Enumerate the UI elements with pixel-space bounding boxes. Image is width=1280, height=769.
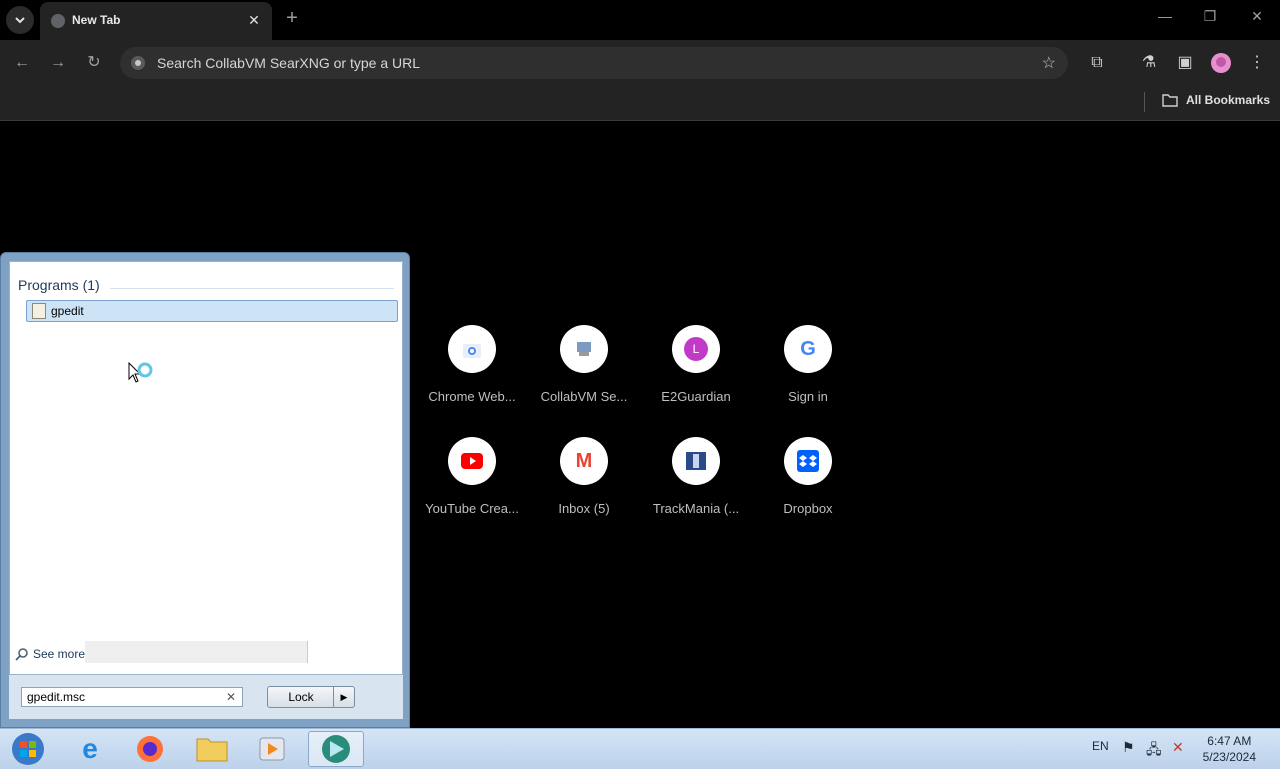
clock[interactable]: 6:47 AM 5/23/2024: [1203, 733, 1256, 765]
clear-search-icon[interactable]: ✕: [226, 690, 236, 704]
all-bookmarks-label: All Bookmarks: [1186, 93, 1271, 107]
tab-search-button[interactable]: [6, 6, 34, 34]
program-item-gpedit[interactable]: gpedit: [26, 300, 398, 322]
tooltip-overlay: [85, 641, 308, 663]
start-search-box[interactable]: ✕: [21, 687, 243, 707]
reload-icon[interactable]: ↻: [84, 53, 104, 73]
shortcut-label: Sign in: [788, 389, 828, 404]
shortcut-e2guardian[interactable]: L E2Guardian: [640, 325, 752, 425]
bookmarks-bar: All Bookmarks: [0, 86, 1280, 121]
gmail-icon: M: [560, 437, 608, 485]
shortcut-label: Inbox (5): [558, 501, 610, 516]
see-more-results-link[interactable]: See more: [15, 647, 85, 661]
avatar-icon: [1211, 53, 1231, 73]
dropbox-icon: [784, 437, 832, 485]
shortcut-chrome-web-store[interactable]: Chrome Web...: [416, 325, 528, 425]
shortcut-google-sign-in[interactable]: G Sign in: [752, 325, 864, 425]
network-icon[interactable]: 🖧: [1146, 739, 1162, 763]
programs-divider: [110, 288, 394, 289]
language-indicator[interactable]: EN: [1092, 739, 1109, 753]
shortcut-collabvm[interactable]: CollabVM Se...: [528, 325, 640, 425]
see-more-label: See more: [33, 647, 86, 661]
search-engine-icon: [131, 56, 145, 70]
mmc-document-icon: [32, 303, 46, 319]
shortcut-label: CollabVM Se...: [540, 389, 628, 404]
action-center-flag-icon[interactable]: ⚑: [1122, 739, 1135, 756]
labs-flask-icon[interactable]: ⚗: [1138, 52, 1160, 74]
chevron-down-icon: [15, 17, 25, 24]
media-player-icon: [259, 737, 285, 761]
back-icon[interactable]: ←: [12, 53, 32, 73]
taskbar: e EN ⚑ 🖧 ✕ 6:47 AM 5/23/2024: [0, 728, 1280, 769]
close-tab-icon[interactable]: ✕: [246, 12, 262, 28]
clock-time: 6:47 AM: [1207, 734, 1252, 748]
tab-strip: New Tab ✕ + — ❐ ✕: [0, 0, 1280, 40]
shortcut-gmail[interactable]: M Inbox (5): [528, 437, 640, 537]
tab-new-tab[interactable]: New Tab ✕: [40, 2, 272, 40]
programs-heading: Programs (1): [18, 277, 100, 293]
program-item-label: gpedit: [51, 304, 84, 318]
trackmania-icon: [672, 437, 720, 485]
start-search-input[interactable]: [22, 688, 222, 706]
magnifier-icon: [15, 648, 28, 661]
tab-title: New Tab: [72, 13, 121, 27]
internet-explorer-icon: e: [82, 733, 98, 764]
extensions-icon[interactable]: ⧉: [1086, 52, 1108, 74]
side-panel-icon[interactable]: ▣: [1174, 52, 1196, 74]
new-tab-button[interactable]: +: [282, 8, 302, 28]
start-menu-bottom-bar: See more ✕ Lock ▶: [9, 641, 403, 719]
shortcut-dropbox[interactable]: Dropbox: [752, 437, 864, 537]
collabvm-icon: [560, 325, 608, 373]
lock-button[interactable]: Lock ▶: [267, 686, 355, 708]
taskbar-chrome-active[interactable]: [308, 731, 364, 767]
bookmark-star-icon[interactable]: ☆: [1042, 53, 1056, 73]
firefox-icon: [137, 736, 163, 762]
power-options-arrow-icon[interactable]: ▶: [333, 687, 354, 707]
omnibox[interactable]: Search CollabVM SearXNG or type a URL ☆: [120, 47, 1068, 79]
taskbar-media-player[interactable]: [244, 731, 300, 767]
shortcut-trackmania[interactable]: TrackMania (...: [640, 437, 752, 537]
menu-kebab-icon[interactable]: ⋮: [1246, 52, 1268, 74]
shortcut-youtube[interactable]: YouTube Crea...: [416, 437, 528, 537]
forward-icon[interactable]: →: [48, 53, 68, 73]
profile-avatar[interactable]: [1210, 52, 1232, 74]
bookmarks-separator: [1144, 92, 1145, 112]
volume-muted-icon[interactable]: ✕: [1172, 739, 1184, 756]
taskbar-firefox[interactable]: [122, 731, 178, 767]
youtube-icon: [448, 437, 496, 485]
restore-icon[interactable]: ❐: [1200, 8, 1220, 25]
folder-icon: [1162, 94, 1178, 107]
windows-orb-icon: [12, 733, 44, 765]
lock-button-label: Lock: [288, 690, 314, 704]
start-menu-results-pane: Programs (1) gpedit: [9, 261, 403, 675]
busy-cursor-icon: [128, 362, 153, 383]
shortcut-label: YouTube Crea...: [425, 501, 519, 516]
shortcut-label: Chrome Web...: [428, 389, 516, 404]
shortcut-label: Dropbox: [783, 501, 833, 516]
taskbar-internet-explorer[interactable]: e: [62, 731, 118, 767]
clock-date: 5/23/2024: [1202, 750, 1256, 764]
start-button[interactable]: [0, 731, 56, 767]
start-menu: Programs (1) gpedit See more ✕ Lock ▶: [0, 252, 410, 728]
all-bookmarks-button[interactable]: All Bookmarks: [1162, 93, 1270, 107]
minimize-icon[interactable]: —: [1155, 8, 1175, 24]
browser-app-icon: [322, 735, 350, 763]
close-window-icon[interactable]: ✕: [1247, 8, 1267, 25]
browser-toolbar: ← → ↻ Search CollabVM SearXNG or type a …: [0, 40, 1280, 86]
shortcut-label: E2Guardian: [661, 389, 731, 404]
google-icon: G: [784, 325, 832, 373]
chrome-web-store-icon: [448, 325, 496, 373]
folder-explorer-icon: [196, 738, 228, 762]
shortcut-label: TrackMania (...: [652, 501, 740, 516]
letter-l-icon: L: [672, 325, 720, 373]
taskbar-explorer[interactable]: [184, 731, 240, 767]
new-tab-favicon-icon: [51, 14, 65, 28]
omnibox-placeholder: Search CollabVM SearXNG or type a URL: [157, 55, 420, 71]
